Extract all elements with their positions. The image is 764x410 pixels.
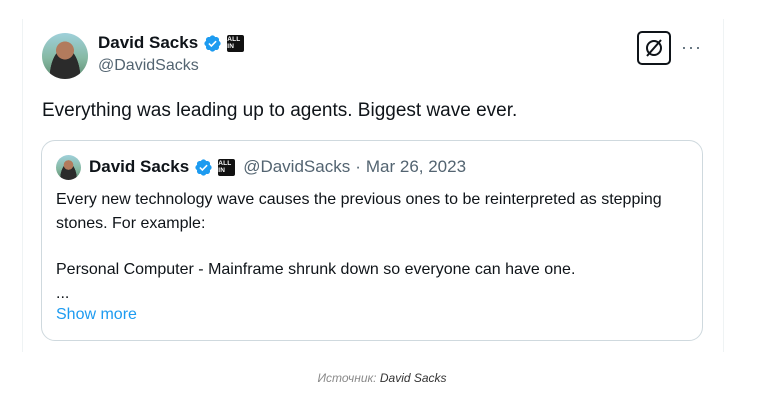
quote-avatar[interactable]: [56, 155, 81, 180]
quote-handle[interactable]: @DavidSacks: [243, 157, 350, 177]
avatar[interactable]: [42, 33, 88, 79]
verified-badge-icon: [195, 158, 212, 176]
author-row: David Sacks ALL IN: [98, 32, 245, 54]
quote-date[interactable]: Mar 26, 2023: [366, 157, 466, 177]
caption-author: David Sacks: [379, 371, 447, 385]
verified-badge-icon: [204, 34, 221, 52]
tweet-card[interactable]: David Sacks ALL IN @DavidSacks ··· Every…: [22, 19, 724, 352]
quote-body: Every new technology wave causes the pre…: [56, 188, 686, 306]
more-icon[interactable]: ···: [681, 37, 702, 58]
quoted-tweet[interactable]: David Sacks ALL IN @DavidSacks · Mar 26,…: [41, 140, 703, 341]
quote-line-2: Personal Computer - Mainframe shrunk dow…: [56, 261, 576, 278]
quote-separator: ·: [355, 157, 361, 176]
quote-line-1: Every new technology wave causes the pre…: [56, 191, 662, 232]
caption-prefix: Источник:: [317, 371, 377, 385]
grok-icon: [646, 39, 662, 57]
all-in-badge-icon: ALL IN: [227, 34, 245, 52]
all-in-badge-icon: ALL IN: [218, 158, 236, 176]
image-caption: Источник: David Sacks: [0, 371, 764, 385]
grok-button[interactable]: [637, 31, 671, 65]
badge-text: ALL IN: [218, 160, 232, 174]
quote-ellipsis: ...: [56, 285, 70, 302]
author-handle[interactable]: @DavidSacks: [98, 57, 199, 75]
show-more-link[interactable]: Show more: [56, 306, 137, 324]
author-name[interactable]: David Sacks: [98, 33, 198, 53]
tweet-text: Everything was leading up to agents. Big…: [42, 100, 518, 121]
quote-header: David Sacks ALL IN @DavidSacks · Mar 26,…: [89, 157, 466, 177]
badge-text: ALL IN: [227, 36, 241, 50]
quote-author-name[interactable]: David Sacks: [89, 157, 189, 177]
